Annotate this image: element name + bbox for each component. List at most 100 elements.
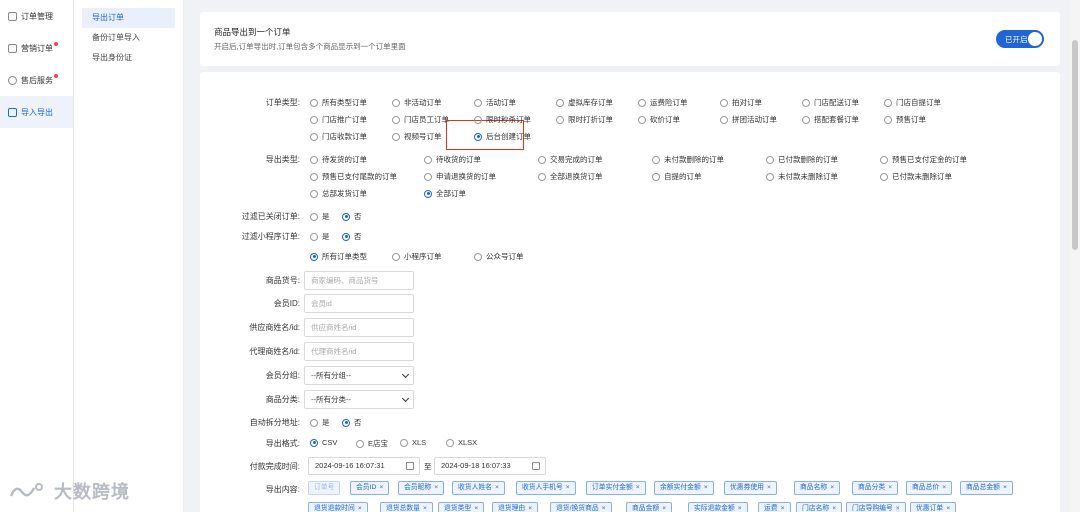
order-type-option[interactable]: 限时打折订单 <box>556 114 613 125</box>
order-type-option[interactable]: 预售订单 <box>884 114 926 125</box>
close-icon[interactable]: × <box>767 484 771 491</box>
close-icon[interactable]: × <box>528 505 532 512</box>
filter-closed-no[interactable]: 否 <box>342 211 362 222</box>
export-field-tag[interactable]: 退货类型 × <box>438 502 485 512</box>
export-field-tag[interactable]: 运费 × <box>758 502 791 512</box>
close-icon[interactable]: × <box>888 484 892 491</box>
scrollbar[interactable] <box>1070 0 1080 512</box>
order-type-option[interactable]: 虚拟库存订单 <box>556 97 613 108</box>
order-type-option[interactable]: 门店配送订单 <box>802 97 859 108</box>
close-icon[interactable]: × <box>942 484 946 491</box>
sidebar-item-orders[interactable]: 订单管理 <box>0 0 73 32</box>
close-icon[interactable]: × <box>781 505 785 512</box>
format-csv[interactable]: CSV <box>310 438 337 447</box>
export-field-tag[interactable]: 退货退款时间 × <box>308 502 368 512</box>
export-type-option[interactable]: 全部订单 <box>424 188 466 199</box>
export-type-option[interactable]: 待发货的订单 <box>310 154 367 165</box>
filter-closed-yes[interactable]: 是 <box>310 211 330 222</box>
subnav-export-id[interactable]: 导出身份证 <box>82 48 175 68</box>
sidebar-item-marketing[interactable]: 营销订单 <box>0 32 73 64</box>
close-icon[interactable]: × <box>495 484 499 491</box>
export-type-option[interactable]: 预售已支付定金的订单 <box>880 154 967 165</box>
order-type-option[interactable]: 砍价订单 <box>638 114 680 125</box>
export-field-tag[interactable]: 门店导购编号 × <box>846 502 906 512</box>
agent-input[interactable] <box>304 342 414 361</box>
export-type-option[interactable]: 未付款删除的订单 <box>652 154 724 165</box>
close-icon[interactable]: × <box>474 505 478 512</box>
filter-mini-yes[interactable]: 是 <box>310 231 330 242</box>
filter-mini-no[interactable]: 否 <box>342 231 362 242</box>
close-icon[interactable]: × <box>946 505 950 512</box>
close-icon[interactable]: × <box>1003 484 1007 491</box>
order-type-option[interactable]: 运费险订单 <box>638 97 688 108</box>
format-xls[interactable]: XLS <box>400 438 426 447</box>
export-type-option[interactable]: 总部发货订单 <box>310 188 367 199</box>
export-field-tag[interactable]: 商品总价 × <box>906 481 953 495</box>
close-icon[interactable]: × <box>566 484 570 491</box>
export-type-option[interactable]: 已付款删除的订单 <box>766 154 838 165</box>
order-type-option[interactable]: 门店员工订单 <box>392 114 449 125</box>
close-icon[interactable]: × <box>636 484 640 491</box>
export-field-tag[interactable]: 优惠订单 × <box>910 502 957 512</box>
export-type-option[interactable]: 交易完成的订单 <box>538 154 603 165</box>
close-icon[interactable]: × <box>602 505 606 512</box>
export-field-tag[interactable]: 收货人姓名 × <box>452 481 505 495</box>
subnav-backup-import[interactable]: 备份订单导入 <box>82 28 175 48</box>
export-field-tag[interactable]: 订单号 <box>308 481 341 495</box>
merge-toggle[interactable]: 已开启 <box>996 30 1044 48</box>
order-type-option[interactable]: 限时秒杀订单 <box>474 114 531 125</box>
format-xlsx[interactable]: XLSX <box>446 438 477 447</box>
order-type-option[interactable]: 门店自提订单 <box>884 97 941 108</box>
close-icon[interactable]: × <box>832 505 836 512</box>
export-type-option[interactable]: 自提的订单 <box>652 171 702 182</box>
close-icon[interactable]: × <box>423 505 427 512</box>
close-icon[interactable]: × <box>379 484 383 491</box>
export-field-tag[interactable]: 商品金额 × <box>626 502 673 512</box>
close-icon[interactable]: × <box>896 505 900 512</box>
auto-split-yes[interactable]: 是 <box>310 417 330 428</box>
export-field-tag[interactable]: 收货人手机号 × <box>516 481 576 495</box>
export-field-tag[interactable]: 退货总数量 × <box>380 502 433 512</box>
export-field-tag[interactable]: 商品总金额 × <box>960 481 1013 495</box>
scope-mp[interactable]: 公众号订单 <box>474 251 524 262</box>
export-field-tag[interactable]: 订单实付金额 × <box>586 481 646 495</box>
sidebar-item-import-export[interactable]: 导入导出 <box>0 96 73 128</box>
member-group-select[interactable]: --所有分组-- <box>304 366 414 385</box>
order-type-option[interactable]: 视频号订单 <box>392 131 442 142</box>
export-field-tag[interactable]: 余额实付金额 × <box>654 481 714 495</box>
sidebar-item-aftersales[interactable]: 售后服务 <box>0 64 73 96</box>
order-type-option[interactable]: 门店推广订单 <box>310 114 367 125</box>
goods-category-select[interactable]: --所有分类-- <box>304 390 414 409</box>
member-id-input[interactable] <box>304 294 414 313</box>
format-edb[interactable]: E店宝 <box>356 438 388 449</box>
scope-all[interactable]: 所有订单类型 <box>310 251 367 262</box>
export-field-tag[interactable]: 会员昵称 × <box>398 481 445 495</box>
export-type-option[interactable]: 全部退换货订单 <box>538 171 603 182</box>
close-icon[interactable]: × <box>738 505 742 512</box>
export-type-option[interactable]: 预售已支付尾款的订单 <box>310 171 397 182</box>
scope-mini[interactable]: 小程序订单 <box>392 251 442 262</box>
auto-split-no[interactable]: 否 <box>342 417 362 428</box>
goods-no-input[interactable] <box>304 271 414 290</box>
export-type-option[interactable]: 申请退换货的订单 <box>424 171 496 182</box>
export-field-tag[interactable]: 退货/换货商品 × <box>550 502 612 512</box>
export-field-tag[interactable]: 实际退款金额 × <box>688 502 748 512</box>
close-icon[interactable]: × <box>358 505 362 512</box>
close-icon[interactable]: × <box>662 505 666 512</box>
export-field-tag[interactable]: 退货理由 × <box>492 502 539 512</box>
order-type-option[interactable]: 所有类型订单 <box>310 97 367 108</box>
close-icon[interactable]: × <box>830 484 834 491</box>
export-field-tag[interactable]: 商品名称 × <box>794 481 841 495</box>
export-field-tag[interactable]: 商品分类 × <box>852 481 899 495</box>
scrollbar-thumb[interactable] <box>1072 40 1078 250</box>
subnav-export-orders[interactable]: 导出订单 <box>82 8 175 28</box>
export-type-option[interactable]: 待收货的订单 <box>424 154 481 165</box>
supplier-input[interactable] <box>304 318 414 337</box>
order-type-option[interactable]: 非活动订单 <box>392 97 442 108</box>
order-type-option[interactable]: 拼团活动订单 <box>720 114 777 125</box>
order-type-option[interactable]: 活动订单 <box>474 97 516 108</box>
pay-time-end[interactable]: 2024-09-18 16:07:33 <box>434 457 546 475</box>
order-type-option[interactable]: 拍对订单 <box>720 97 762 108</box>
export-field-tag[interactable]: 优惠券使用 × <box>724 481 777 495</box>
export-field-tag[interactable]: 门店名称 × <box>796 502 843 512</box>
